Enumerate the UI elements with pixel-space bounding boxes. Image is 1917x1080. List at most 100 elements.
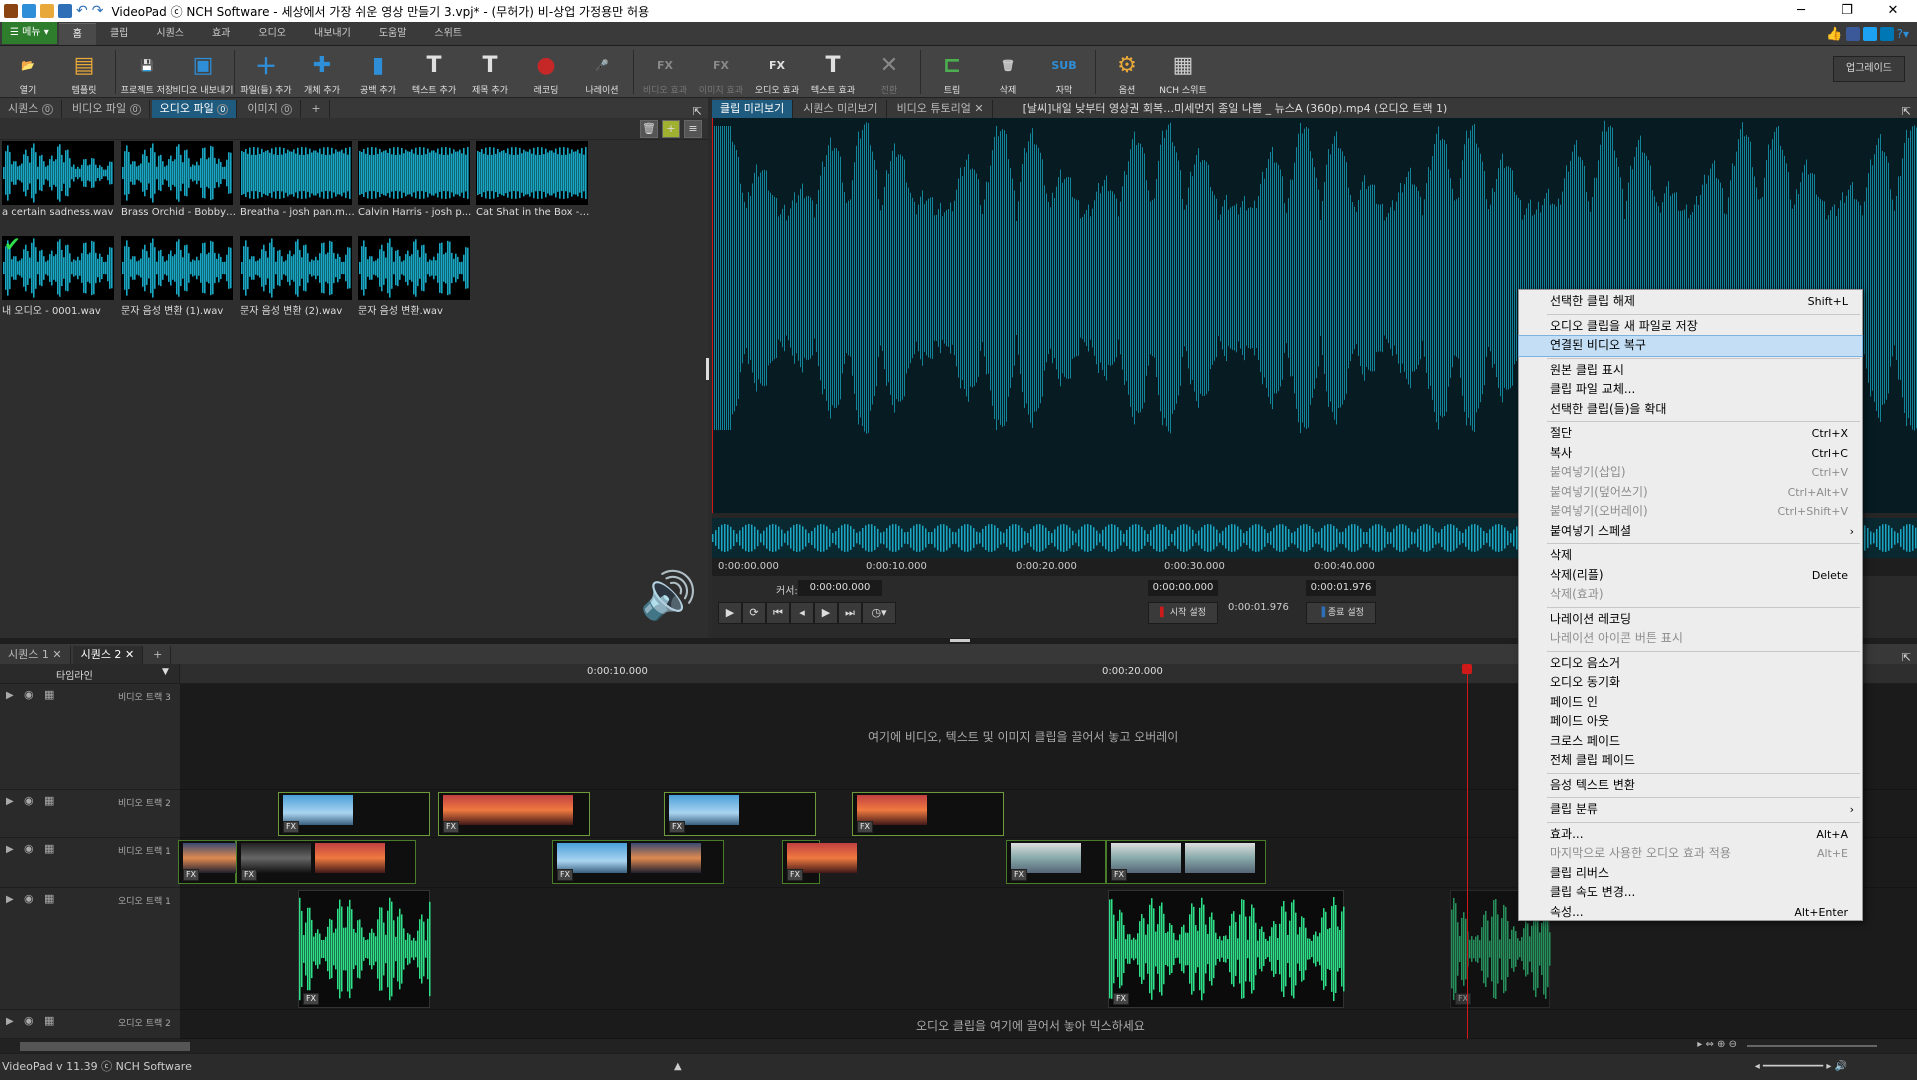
expand-track-icon[interactable]: ▶ (6, 844, 14, 855)
facebook-icon[interactable] (1845, 27, 1860, 41)
clip-effects-button[interactable]: FX (857, 821, 873, 833)
ribbon-button-subtitle[interactable]: SUB 자막 (1036, 46, 1092, 98)
thumbs-up-icon[interactable]: 👍 (1826, 27, 1842, 42)
ribbon-button-folder-open[interactable]: 📂 열기 (0, 46, 56, 98)
preview-tab-1[interactable]: 시퀀스 미리보기 (795, 100, 887, 118)
audio-clip[interactable]: FX (298, 890, 431, 1008)
sequence-tab-1[interactable]: 시퀀스 2 ✕ (72, 646, 144, 664)
expand-track-icon[interactable]: ▶ (6, 894, 14, 905)
context-menu-item[interactable]: 삭제(리플) Delete (1519, 566, 1862, 586)
main-menu-button[interactable]: ☰ 메뉴 ▾ (2, 22, 57, 44)
help-icon[interactable]: ?▾ (1897, 27, 1909, 41)
ribbon-button-export-video[interactable]: ▣ 비디오 내보내기 (173, 46, 234, 98)
context-menu-item[interactable]: 클립 분류 › (1519, 800, 1862, 820)
track-visibility-icon[interactable]: ◉ (24, 892, 34, 905)
go-to-start-button[interactable]: ⏮ (766, 602, 790, 624)
step-back-button[interactable]: ◂ (790, 602, 814, 624)
ribbon-button-add-files[interactable]: ＋ 파일(들) 추가 (238, 46, 294, 98)
ribbon-button-transition[interactable]: ✕ 전환 (861, 46, 917, 98)
add-bin-tab-button[interactable]: + (303, 100, 330, 118)
ribbon-button-trim[interactable]: ⊏ 트림 (924, 46, 980, 98)
bin-file-thumbnail[interactable]: ✔ (2, 232, 114, 300)
clip-effects-button[interactable]: FX (183, 869, 199, 881)
add-sequence-tab-button[interactable]: + (145, 646, 172, 664)
preview-tab-2[interactable]: 비디오 튜토리얼 ✕ (889, 100, 993, 118)
close-button[interactable]: ✕ (1870, 0, 1916, 22)
ribbon-button-options[interactable]: ⚙ 옵션 (1099, 46, 1155, 98)
undock-timeline-icon[interactable]: ⇱ (1902, 651, 1917, 664)
context-menu-item[interactable]: 오디오 음소거 (1519, 654, 1862, 674)
clip-effects-button[interactable]: FX (303, 993, 319, 1005)
speaker-icon[interactable]: 🔊 (640, 568, 697, 623)
context-menu-item[interactable]: 전체 클립 페이드 (1519, 751, 1862, 771)
sequence-tab-0[interactable]: 시퀀스 1 ✕ (0, 646, 71, 664)
ribbon-button-add-object[interactable]: ✚ 개체 추가 (294, 46, 350, 98)
ribbon-button-template[interactable]: ▤ 템플릿 (56, 46, 112, 98)
ribbon-tab-5[interactable]: 내보내기 (300, 23, 365, 45)
clip-effects-button[interactable]: FX (1455, 993, 1471, 1005)
end-time-value[interactable]: 0:00:01.976 (1306, 580, 1376, 596)
ribbon-tab-1[interactable]: 클립 (96, 23, 142, 45)
new-project-icon[interactable] (22, 4, 36, 18)
open-icon[interactable] (40, 4, 54, 18)
save-icon[interactable] (58, 4, 72, 18)
clip-effects-button[interactable]: FX (1111, 869, 1127, 881)
bin-file-thumbnail[interactable] (240, 141, 352, 205)
track-visibility-icon[interactable]: ◉ (24, 842, 34, 855)
ribbon-button-add-title[interactable]: T 제목 추가 (462, 46, 518, 98)
restore-button[interactable]: ❐ (1824, 0, 1870, 22)
clip-effects-button[interactable]: FX (283, 821, 299, 833)
context-menu-item[interactable]: 크로스 페이드 (1519, 732, 1862, 752)
loop-button[interactable]: ⟳ (742, 602, 766, 624)
set-end-button[interactable]: ▐ 종료 설정 (1306, 602, 1376, 624)
video-clip[interactable]: FX (178, 840, 253, 884)
expand-track-icon[interactable]: ▶ (6, 690, 14, 701)
context-menu-item[interactable]: 클립 파일 교체... (1519, 380, 1862, 400)
expand-track-icon[interactable]: ▶ (6, 1016, 14, 1027)
context-menu-item[interactable]: 음성 텍스트 변환 (1519, 776, 1862, 796)
clip-effects-button[interactable]: FX (1011, 869, 1027, 881)
bin-tab-2[interactable]: 오디오 파일 0 (151, 100, 238, 118)
go-to-end-button[interactable]: ⏭ (838, 602, 862, 624)
timeline-mode-dropdown[interactable]: 타임라인 ▼ (0, 664, 180, 683)
track-header-audio1[interactable]: ▶ ◉ ▦ 오디오 트랙 1 (0, 888, 180, 1010)
context-menu-item[interactable]: 복사 Ctrl+C (1519, 444, 1862, 464)
bin-tab-0[interactable]: 시퀀스 0 (0, 100, 62, 118)
volume-icon[interactable]: ◂ ━━━━━━━━━━ ▸ 🔊 (1755, 1054, 1847, 1080)
play-button[interactable]: ▶ (718, 602, 742, 624)
context-menu-item[interactable]: 삭제 (1519, 546, 1862, 566)
playhead-handle[interactable] (1462, 664, 1472, 674)
bin-tab-3[interactable]: 이미지 0 (239, 100, 302, 118)
context-menu-item[interactable]: 붙여넣기 스페셜 › (1519, 522, 1862, 542)
minimize-button[interactable]: ─ (1778, 0, 1824, 22)
context-menu-item[interactable]: 효과... Alt+A (1519, 825, 1862, 845)
ribbon-tab-4[interactable]: 오디오 (244, 23, 300, 45)
ribbon-tab-0[interactable]: 홈 (58, 23, 96, 45)
ribbon-tab-2[interactable]: 시퀀스 (142, 23, 198, 45)
video-clip[interactable]: FX (278, 792, 430, 836)
timeline-playhead[interactable] (1462, 664, 1472, 1039)
bin-tab-1[interactable]: 비디오 파일 0 (64, 100, 150, 118)
context-menu-item[interactable]: 클립 속도 변경... (1519, 883, 1862, 903)
video-clip[interactable]: FX (852, 792, 1004, 836)
undock-icon[interactable]: ⇱ (1902, 105, 1917, 118)
ribbon-button-add-text[interactable]: T 텍스트 추가 (406, 46, 462, 98)
context-menu-item[interactable]: 연결된 비디오 복구 (1518, 335, 1863, 357)
video-clip[interactable]: FX (1106, 840, 1266, 884)
scrollbar-thumb[interactable] (20, 1042, 190, 1051)
close-tab-icon[interactable]: ✕ (52, 648, 61, 661)
divider-grip[interactable] (950, 639, 970, 642)
track-header-video1[interactable]: ▶ ◉ ▦ 비디오 트랙 1 (0, 838, 180, 888)
bin-file-thumbnail[interactable] (2, 141, 114, 205)
ribbon-button-add-blank[interactable]: ▮ 공백 추가 (350, 46, 406, 98)
video-clip[interactable]: FX (552, 840, 724, 884)
panel-splitter-handle[interactable] (706, 358, 709, 380)
clip-effects-button[interactable]: FX (241, 869, 257, 881)
ribbon-button-microphone[interactable]: 🎤 나레이션 (574, 46, 630, 98)
track-header-video2[interactable]: ▶ ◉ ▦ 비디오 트랙 2 (0, 790, 180, 838)
track-lock-icon[interactable]: ▦ (44, 688, 54, 701)
clip-effects-button[interactable]: FX (787, 869, 803, 881)
bin-file-thumbnail[interactable] (358, 236, 470, 300)
video-clip[interactable]: FX (1006, 840, 1106, 884)
video-clip[interactable]: FX (664, 792, 816, 836)
